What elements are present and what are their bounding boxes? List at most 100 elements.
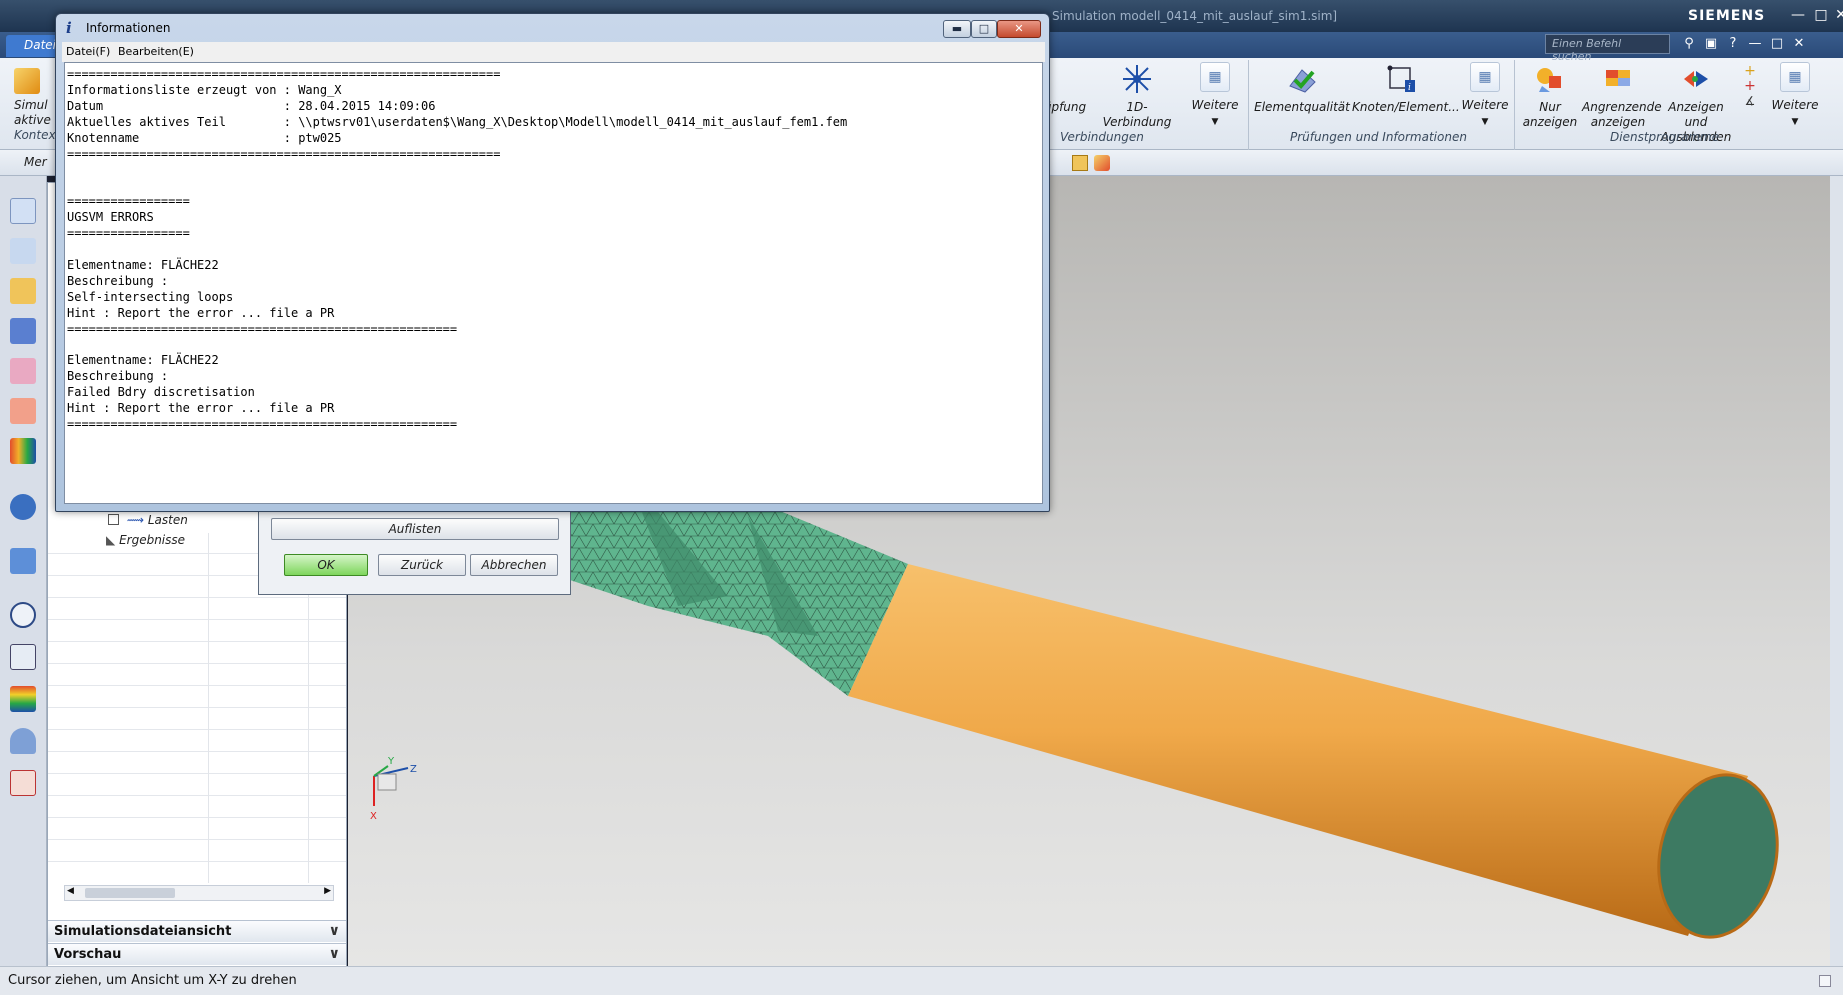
- history-icon[interactable]: [10, 398, 36, 424]
- info-text-area[interactable]: ========================================…: [64, 62, 1043, 504]
- node-element-label: Knoten/Element...: [1352, 100, 1460, 114]
- siemens-logo: SIEMENS: [1688, 8, 1766, 24]
- tree-label-lasten: Lasten: [147, 513, 188, 527]
- chevron-down-icon[interactable]: ∨: [329, 923, 340, 939]
- selection-filter-icon[interactable]: [1072, 155, 1088, 171]
- info-window-title: Informationen: [86, 21, 171, 35]
- more-button-3[interactable]: ▦ Weitere ▼: [1770, 62, 1820, 130]
- info-titlebar[interactable]: i Informationen ▬ □ ✕: [56, 14, 1049, 42]
- show-only-button[interactable]: Nur anzeigen: [1520, 62, 1580, 130]
- more-button-2[interactable]: ▦ Weitere ▼: [1460, 62, 1510, 130]
- help-icon[interactable]: ?: [1724, 35, 1742, 53]
- results-palette-icon[interactable]: [10, 686, 36, 712]
- scroll-left-icon[interactable]: ◀: [67, 886, 74, 896]
- csys-icon[interactable]: ∡: [1738, 94, 1762, 109]
- show-adjacent-button[interactable]: Angrenzende anzeigen: [1582, 62, 1662, 130]
- scroll-right-icon[interactable]: ▶: [324, 886, 331, 896]
- cancel-button[interactable]: Abbrechen: [470, 554, 558, 576]
- info-icon[interactable]: [10, 494, 36, 520]
- minimize-icon[interactable]: ▬: [943, 20, 971, 38]
- nav-row: [48, 841, 346, 862]
- info-text: ========================================…: [67, 67, 848, 431]
- part-navigator-icon[interactable]: [10, 238, 36, 264]
- element-quality-button[interactable]: Elementqualität: [1254, 62, 1350, 115]
- simulation-context-button[interactable]: Simul aktive Kontex: [14, 68, 56, 143]
- more-grid-icon: ▦: [1470, 62, 1500, 92]
- ribbon-restore-icon[interactable]: □: [1768, 35, 1786, 53]
- status-indicator-icon[interactable]: [1819, 975, 1831, 987]
- report-icon[interactable]: [10, 770, 36, 796]
- constraints-icon[interactable]: [10, 318, 36, 344]
- group-pruefungen: Prüfungen und Informationen: [1290, 130, 1467, 144]
- close-icon[interactable]: ✕: [1830, 6, 1843, 24]
- 1d-connection-button[interactable]: 1D-Verbindung: [1094, 62, 1180, 130]
- coordinate-triad: Y Z X: [370, 756, 417, 822]
- checkbox-icon[interactable]: [108, 514, 119, 525]
- show-adjacent-icon: [1601, 62, 1635, 96]
- assembly-navigator-icon[interactable]: [10, 278, 36, 304]
- more-button-1[interactable]: ▦ Weitere ▼: [1190, 62, 1240, 130]
- group-dienstprogramme: Dienstprogramme: [1610, 130, 1720, 144]
- group-verbindungen: Verbindungen: [1060, 130, 1144, 144]
- app-title: Simulation modell_0414_mit_auslauf_sim1.…: [1052, 9, 1338, 23]
- document-icon[interactable]: [10, 644, 36, 670]
- ribbon-close-icon[interactable]: ✕: [1790, 35, 1808, 53]
- ribbon-separator: [1248, 60, 1249, 150]
- reuse-library-icon[interactable]: [10, 358, 36, 384]
- command-search-input[interactable]: Einen Befehl suchen: [1545, 34, 1670, 63]
- web-browser-icon[interactable]: [10, 548, 36, 574]
- roles-icon[interactable]: [10, 438, 36, 464]
- add-vector-icon[interactable]: +: [1738, 79, 1762, 94]
- info-menubar: Datei(F) Bearbeiten(E): [62, 42, 1045, 62]
- horizontal-scrollbar[interactable]: ◀ ▶: [64, 885, 334, 901]
- list-button[interactable]: Auflisten: [271, 518, 559, 540]
- truncated-label-3: Kontex: [14, 128, 56, 142]
- maximize-icon[interactable]: □: [971, 20, 997, 38]
- cylinder-body[interactable]: [848, 564, 1792, 948]
- search-icon[interactable]: ⚲: [1680, 35, 1698, 53]
- chevron-down-icon[interactable]: ∨: [329, 946, 340, 962]
- add-point-icon[interactable]: +: [1738, 64, 1762, 79]
- ribbon-minimize-icon[interactable]: —: [1746, 35, 1764, 53]
- snap-point-icon[interactable]: [1094, 155, 1110, 171]
- nav-row: [48, 687, 346, 708]
- fit-view-icon[interactable]: ▣: [1702, 35, 1720, 53]
- node-element-button[interactable]: i Knoten/Element...: [1352, 62, 1460, 115]
- simulation-navigator-icon[interactable]: [10, 198, 36, 224]
- tree-item-lasten[interactable]: ⟿ Lasten: [108, 513, 188, 527]
- right-edge-bar: [1830, 176, 1843, 966]
- clock-icon[interactable]: [10, 602, 36, 628]
- close-icon[interactable]: ✕: [997, 20, 1041, 38]
- 1d-connection-label: 1D-Verbindung: [1102, 100, 1172, 129]
- more-grid-icon: ▦: [1780, 62, 1810, 92]
- results-icon: ◣: [106, 533, 116, 547]
- svg-text:i: i: [1408, 83, 1411, 93]
- triad-y-label: Y: [387, 756, 395, 767]
- connection-label: üpfung: [1043, 100, 1087, 114]
- nav-row: [48, 621, 346, 642]
- minimize-icon[interactable]: —: [1787, 6, 1809, 24]
- back-button[interactable]: Zurück: [378, 554, 466, 576]
- section-preview-label: Vorschau: [54, 947, 122, 962]
- section-preview[interactable]: Vorschau ∨: [48, 943, 346, 965]
- menu-button[interactable]: Mer: [24, 155, 47, 169]
- truncated-label-2: aktive: [14, 113, 51, 127]
- menu-file[interactable]: Datei(F): [66, 45, 110, 58]
- nav-row: [48, 643, 346, 664]
- nav-row: [48, 709, 346, 730]
- load-icon: ⟿: [126, 513, 145, 527]
- menu-edit[interactable]: Bearbeiten(E): [118, 45, 194, 58]
- element-list-dialog: Auflisten OK Zurück Abbrechen: [258, 505, 571, 595]
- maximize-icon[interactable]: □: [1810, 6, 1832, 24]
- column-divider: [208, 533, 209, 883]
- section-sim-view-label: Simulationsdateiansicht: [54, 924, 232, 939]
- scrollbar-thumb[interactable]: [85, 888, 175, 898]
- cube-icon: [14, 68, 40, 94]
- nav-row: [48, 797, 346, 818]
- show-adjacent-label: Angrenzende anzeigen: [1582, 100, 1662, 129]
- tree-item-ergebnisse[interactable]: ◣ Ergebnisse: [106, 533, 185, 547]
- users-icon[interactable]: [10, 728, 36, 754]
- section-simulation-file-view[interactable]: Simulationsdateiansicht ∨: [48, 920, 346, 942]
- nav-row: [48, 731, 346, 752]
- ok-button[interactable]: OK: [284, 554, 368, 576]
